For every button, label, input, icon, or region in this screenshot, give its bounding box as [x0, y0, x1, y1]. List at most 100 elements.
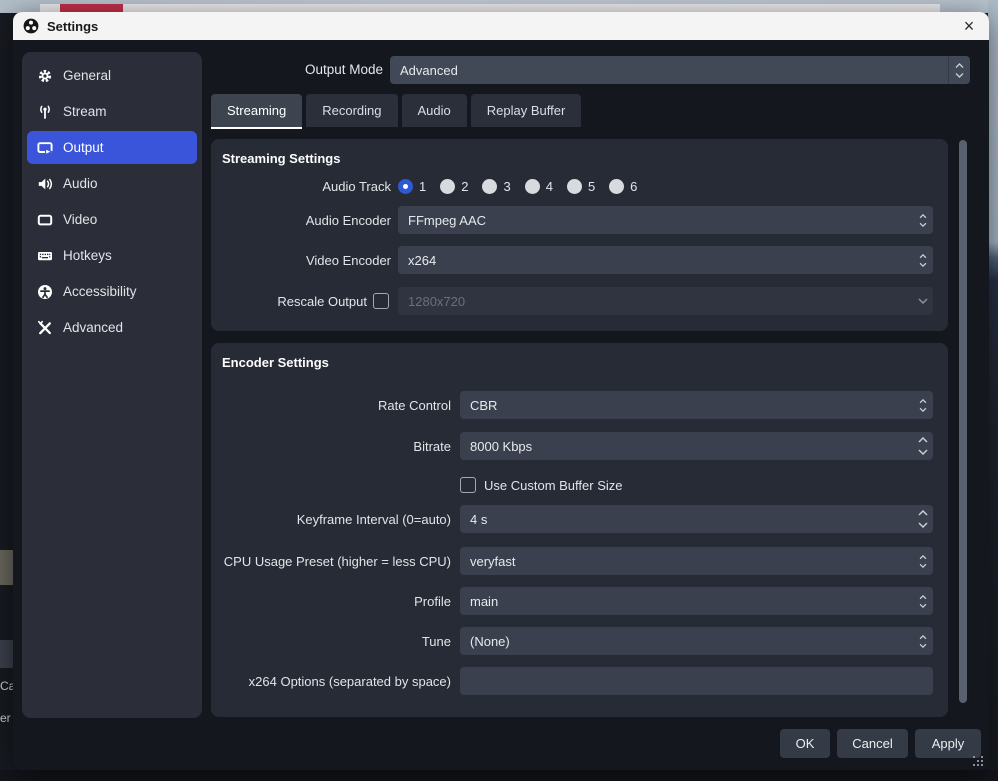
cancel-button[interactable]: Cancel: [837, 729, 908, 758]
ok-button[interactable]: OK: [780, 729, 830, 758]
spinner-arrows-icon[interactable]: [912, 587, 933, 615]
audio-encoder-label: Audio Encoder: [211, 213, 391, 228]
bitrate-value: 8000 Kbps: [470, 439, 532, 454]
titlebar[interactable]: Settings ×: [13, 12, 989, 40]
sidebar-item-audio[interactable]: Audio: [27, 167, 197, 200]
cpu-usage-preset-select[interactable]: veryfast: [460, 547, 933, 575]
stream-antenna-icon: [37, 104, 53, 120]
radio-track-4[interactable]: 4: [525, 179, 553, 194]
radio-track-5[interactable]: 5: [567, 179, 595, 194]
audio-track-row: Audio Track 1 2 3 4 5 6: [211, 175, 933, 197]
x264-options-input[interactable]: [460, 667, 933, 695]
radio-track-2[interactable]: 2: [440, 179, 468, 194]
desktop-right-strip: [988, 0, 998, 781]
radio-dot-icon: [398, 179, 413, 194]
use-custom-buffer-checkbox[interactable]: [460, 477, 476, 493]
rescale-output-row: Rescale Output 1280x720: [211, 287, 933, 315]
tools-icon: [37, 320, 53, 336]
video-encoder-value: x264: [408, 253, 436, 268]
audio-track-label: Audio Track: [211, 179, 391, 194]
radio-dot-icon: [609, 179, 624, 194]
x264-options-row: x264 Options (separated by space): [211, 667, 933, 695]
sidebar-item-hotkeys[interactable]: Hotkeys: [27, 239, 197, 272]
video-encoder-row: Video Encoder x264: [211, 246, 933, 274]
rescale-resolution-value: 1280x720: [408, 294, 465, 309]
tab-replay-buffer[interactable]: Replay Buffer: [471, 94, 582, 127]
settings-dialog: Settings × General Stream Output Audio V…: [13, 12, 989, 770]
sidebar-item-label: Audio: [63, 176, 98, 191]
profile-label: Profile: [211, 594, 451, 609]
tune-label: Tune: [211, 634, 451, 649]
audio-encoder-select[interactable]: FFmpeg AAC: [398, 206, 933, 234]
profile-row: Profile main: [211, 587, 933, 615]
profile-select[interactable]: main: [460, 587, 933, 615]
gear-icon: [37, 68, 53, 84]
accessibility-icon: [37, 284, 53, 300]
sidebar-item-accessibility[interactable]: Accessibility: [27, 275, 197, 308]
spinner-arrows-icon[interactable]: [912, 547, 933, 575]
speaker-icon: [37, 176, 53, 192]
profile-value: main: [470, 594, 498, 609]
tab-audio[interactable]: Audio: [402, 94, 467, 127]
cpu-usage-preset-label: CPU Usage Preset (higher = less CPU): [211, 554, 451, 569]
streaming-settings-group: Streaming Settings Audio Track 1 2 3 4 5…: [211, 139, 948, 331]
vertical-scrollbar[interactable]: [959, 140, 967, 703]
radio-label: 3: [503, 179, 510, 194]
spinner-arrows-icon[interactable]: [912, 391, 933, 419]
video-encoder-select[interactable]: x264: [398, 246, 933, 274]
sidebar-item-stream[interactable]: Stream: [27, 95, 197, 128]
sidebar-item-advanced[interactable]: Advanced: [27, 311, 197, 344]
rescale-output-checkbox[interactable]: [373, 293, 389, 309]
apply-button[interactable]: Apply: [915, 729, 981, 758]
window-title: Settings: [47, 19, 98, 34]
tune-select[interactable]: (None): [460, 627, 933, 655]
rate-control-row: Rate Control CBR: [211, 391, 933, 419]
settings-sidebar: General Stream Output Audio Video Hotkey…: [22, 52, 202, 718]
keyframe-interval-value: 4 s: [470, 512, 487, 527]
desktop-left-strip: Ca er: [0, 13, 14, 770]
radio-dot-icon: [440, 179, 455, 194]
bitrate-row: Bitrate 8000 Kbps: [211, 432, 933, 460]
tune-value: (None): [470, 634, 510, 649]
encoder-settings-group: Encoder Settings Rate Control CBR Bitrat…: [211, 343, 948, 717]
desktop-bottom-strip: [0, 770, 998, 781]
spinner-arrows-icon[interactable]: [948, 56, 970, 84]
output-mode-select[interactable]: Advanced: [390, 56, 970, 84]
sidebar-item-general[interactable]: General: [27, 59, 197, 92]
keyboard-icon: [37, 248, 53, 264]
tab-streaming[interactable]: Streaming: [211, 94, 302, 127]
spinner-arrows-icon[interactable]: [912, 627, 933, 655]
output-tabs: Streaming Recording Audio Replay Buffer: [211, 94, 581, 127]
rescale-resolution-select[interactable]: 1280x720: [398, 287, 933, 315]
radio-track-3[interactable]: 3: [482, 179, 510, 194]
radio-track-1[interactable]: 1: [398, 179, 426, 194]
sidebar-item-label: General: [63, 68, 111, 83]
obs-logo-icon: [23, 18, 39, 34]
tune-row: Tune (None): [211, 627, 933, 655]
spinner-arrows-icon[interactable]: [912, 206, 933, 234]
resize-grip[interactable]: [973, 756, 983, 766]
group-title: Encoder Settings: [222, 355, 329, 370]
output-screen-icon: [37, 140, 53, 156]
sidebar-item-output[interactable]: Output: [27, 131, 197, 164]
spinbox-arrows-icon[interactable]: [912, 432, 933, 460]
radio-dot-icon: [482, 179, 497, 194]
spinbox-arrows-icon[interactable]: [912, 505, 933, 533]
sidebar-item-label: Video: [63, 212, 97, 227]
sidebar-item-video[interactable]: Video: [27, 203, 197, 236]
rate-control-select[interactable]: CBR: [460, 391, 933, 419]
monitor-icon: [37, 212, 53, 228]
sidebar-item-label: Output: [63, 140, 104, 155]
radio-track-6[interactable]: 6: [609, 179, 637, 194]
spinner-arrows-icon[interactable]: [912, 246, 933, 274]
background-text-fragment: er: [0, 711, 11, 725]
group-title: Streaming Settings: [222, 151, 340, 166]
close-button[interactable]: ×: [957, 14, 981, 38]
sidebar-item-label: Advanced: [63, 320, 123, 335]
bitrate-spinbox[interactable]: 8000 Kbps: [460, 432, 933, 460]
sidebar-item-label: Hotkeys: [63, 248, 112, 263]
radio-dot-icon: [567, 179, 582, 194]
keyframe-interval-spinbox[interactable]: 4 s: [460, 505, 933, 533]
tab-recording[interactable]: Recording: [306, 94, 397, 127]
radio-label: 5: [588, 179, 595, 194]
